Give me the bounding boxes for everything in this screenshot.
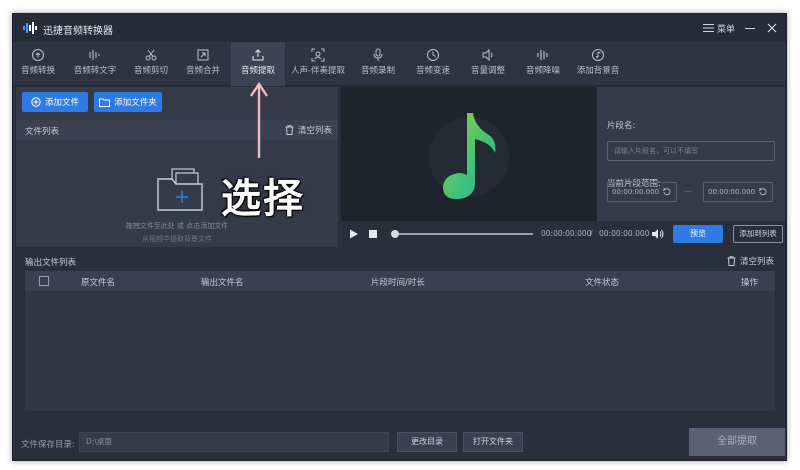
volume-icon [482,48,493,62]
col-file-status: 文件状态 [585,278,620,288]
microphone-icon [373,48,383,61]
annotation-select-text: 选择 [221,176,305,222]
app-logo-icon [23,22,37,34]
save-dir-input[interactable]: D:\桌面 [79,432,389,452]
start-time-input[interactable]: 00:00:00.000 [607,182,677,202]
play-icon[interactable] [349,229,359,239]
tool-volume-adjust[interactable]: 音量调整 [463,42,513,86]
trash-icon [727,256,736,266]
tool-audio-denoise[interactable]: 音频降噪 [518,42,568,86]
seek-slider-track[interactable] [393,233,533,235]
music-note-icon [429,113,509,200]
col-actions: 操作 [741,278,759,288]
bottom-bar: 文件保存目录: D:\桌面 更改目录 打开文件夹 全部提取 [13,424,786,460]
end-time-input[interactable]: 00:00:00.000 [703,182,773,202]
scissors-icon [145,49,157,61]
plus-circle-icon [31,97,41,107]
denoise-icon [537,50,548,60]
hamburger-icon [703,24,714,32]
vocal-separate-icon [311,48,325,62]
merge-icon [197,49,209,61]
tool-audio-convert[interactable]: 音频转换 [13,42,63,86]
tool-audio-cut[interactable]: 音频剪切 [126,42,176,86]
current-time: 00:00:00.000 [541,229,592,238]
speed-icon [427,49,439,61]
tool-vocal-separate[interactable]: 人声-伴奏提取 [287,42,349,86]
drop-hint: 拖拽文件至此处 或 点击添加文件 [125,222,229,230]
extract-all-button[interactable]: 全部提取 [689,428,785,456]
output-file-table: 原文件名 输出文件名 片段时间/时长 文件状态 操作 [25,271,775,411]
time-separator: / [590,229,593,238]
drop-folder-icon[interactable] [154,165,210,213]
tool-audio-record[interactable]: 音频录制 [353,42,403,86]
convert-icon [31,48,45,62]
close-icon[interactable] [765,21,779,35]
output-table-header: 原文件名 输出文件名 片段时间/时长 文件状态 操作 [25,271,775,291]
add-file-button[interactable]: 添加文件 [22,92,88,112]
menu-button[interactable]: 菜单 [703,21,735,35]
tool-add-background-music[interactable]: 添加背景音 [570,42,626,86]
playback-bar: 00:00:00.000 / 00:00:00.000 预览 添加到列表 [341,221,785,247]
col-segment-time: 片段时间/时长 [371,278,425,288]
add-folder-button[interactable]: 添加文件夹 [94,92,162,112]
total-time: 00:00:00.000 [599,229,650,238]
file-list-header: 文件列表 清空列表 [16,120,338,140]
col-output-name: 输出文件名 [201,278,244,288]
seek-slider-handle[interactable] [391,230,399,238]
reset-icon[interactable] [758,187,768,197]
speaker-icon[interactable] [651,228,664,240]
minimize-icon[interactable] [743,21,757,35]
title-bar: 迅捷音频转换器 菜单 [13,14,786,42]
range-dash: — [684,187,692,196]
add-to-list-button[interactable]: 添加到列表 [733,225,783,243]
speech-to-text-icon [89,50,100,60]
select-all-checkbox[interactable] [39,276,49,286]
change-dir-button[interactable]: 更改目录 [397,432,457,452]
annotation-arrow-icon [250,81,268,158]
segment-name-input[interactable]: 请输入片段名，可以不填写 [607,141,775,161]
music-add-icon [592,49,604,61]
save-dir-label: 文件保存目录: [21,440,75,450]
folder-icon [99,98,111,107]
col-source-name: 原文件名 [81,278,116,288]
extract-icon [252,49,264,61]
trash-icon [285,125,294,135]
menu-label: 菜单 [717,24,736,35]
output-list-title: 输出文件列表 [25,258,77,268]
app-window: 迅捷音频转换器 菜单 音频转换 音频转文字 音频剪切 音频合并 音频提取 人声-… [12,13,787,461]
tool-speech-to-text[interactable]: 音频转文字 [65,42,125,86]
reset-icon[interactable] [662,187,672,197]
stop-icon[interactable] [368,229,378,239]
drop-hint-secondary: 从视频中提取背景文件 [142,235,212,243]
segment-name-label: 片段名: [607,121,636,131]
app-title: 迅捷音频转换器 [43,26,113,37]
file-list-title: 文件列表 [25,127,60,137]
clear-output-list-button[interactable]: 清空列表 [727,255,774,267]
tool-audio-merge[interactable]: 音频合并 [178,42,228,86]
file-input-panel: 添加文件 添加文件夹 文件列表 清空列表 选择 拖拽文件至此处 或 点击添加文件… [16,87,338,247]
function-toolbar: 音频转换 音频转文字 音频剪切 音频合并 音频提取 人声-伴奏提取 音频录制 音… [13,42,786,86]
clear-file-list-button[interactable]: 清空列表 [285,124,332,136]
preview-area [341,87,597,221]
preview-button[interactable]: 预览 [673,225,723,243]
tool-audio-speed[interactable]: 音频变速 [408,42,458,86]
open-folder-button[interactable]: 打开文件夹 [463,432,523,452]
